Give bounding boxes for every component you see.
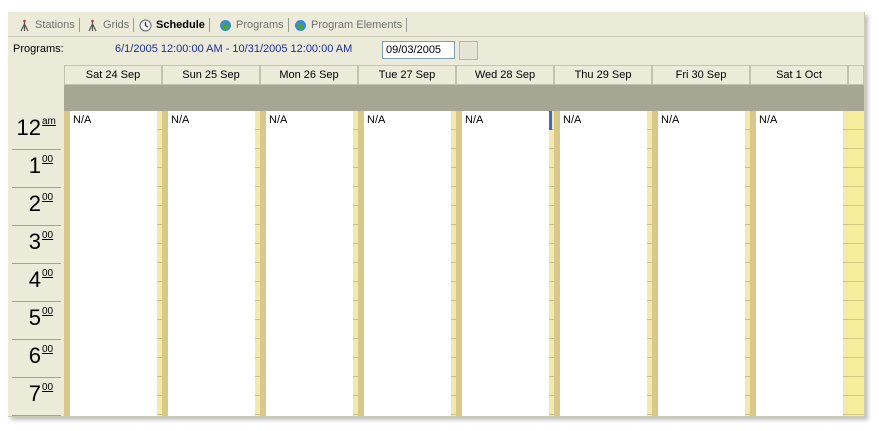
- appointment-text[interactable]: N/A: [465, 114, 483, 126]
- hour-suffix: 00: [42, 382, 54, 393]
- tab-programs[interactable]: Programs: [215, 14, 289, 36]
- hour-label: 3: [28, 229, 41, 254]
- appointment-text[interactable]: N/A: [759, 114, 777, 126]
- busy-bar: [358, 111, 364, 416]
- appointment-text[interactable]: N/A: [367, 114, 385, 126]
- tab-separator: [287, 18, 289, 32]
- hour-slot: 7 00: [12, 377, 61, 416]
- appointment-text[interactable]: N/A: [661, 114, 679, 126]
- appointment-text[interactable]: N/A: [171, 114, 189, 126]
- hour-suffix: am: [42, 116, 56, 127]
- day-column[interactable]: N/A: [260, 111, 358, 416]
- busy-bar: [554, 111, 560, 416]
- day-header[interactable]: Tue 27 Sep: [358, 65, 456, 85]
- time-column: 12 am 1 00 2 00 3 00 4 00 5 00 6 00 7 00: [12, 111, 64, 416]
- hour-suffix: 00: [42, 230, 54, 241]
- tab-label: Grids: [103, 19, 130, 31]
- day-header[interactable]: Sat 24 Sep: [64, 65, 162, 85]
- tab-separator: [208, 18, 210, 32]
- busy-bar: [456, 111, 462, 416]
- date-picker-button[interactable]: [459, 41, 478, 60]
- hour-label: 5: [28, 305, 41, 330]
- tab-label: Program Elements: [311, 19, 403, 31]
- hour-suffix: 00: [42, 192, 54, 203]
- day-header-overflow: [848, 65, 864, 85]
- hour-label: 1: [28, 153, 41, 178]
- busy-bar: [64, 111, 70, 416]
- schedule-calendar: 12 am 1 00 2 00 3 00 4 00 5 00 6 00 7 00…: [12, 65, 864, 416]
- busy-bar: [652, 111, 658, 416]
- hour-slot: 3 00: [12, 225, 61, 264]
- date-input[interactable]: [382, 41, 455, 59]
- day-column[interactable]: N/A: [652, 111, 750, 416]
- day-column[interactable]: N/A: [750, 111, 848, 416]
- hour-suffix: 00: [42, 344, 54, 355]
- hour-suffix: 00: [42, 306, 54, 317]
- globe-icon: [295, 19, 306, 31]
- tab-grids[interactable]: Grids: [82, 14, 135, 36]
- hour-slot: 4 00: [12, 263, 61, 302]
- day-column[interactable]: N/A: [162, 111, 260, 416]
- appointment-text[interactable]: N/A: [563, 114, 581, 126]
- appointment-text[interactable]: N/A: [269, 114, 287, 126]
- hour-slot: 12 am: [12, 111, 61, 150]
- hour-slot: 6 00: [12, 339, 61, 378]
- tab-strip: Stations Grids Schedule Programs Program…: [8, 14, 864, 36]
- tab-separator: [406, 18, 408, 32]
- tab-separator: [78, 18, 80, 32]
- hour-label: 12: [16, 115, 41, 140]
- day-header[interactable]: Fri 30 Sep: [652, 65, 750, 85]
- hour-label: 6: [28, 343, 41, 368]
- day-column[interactable]: N/A: [456, 111, 554, 416]
- selection-marker: [549, 111, 552, 130]
- day-header[interactable]: Sat 1 Oct: [750, 65, 848, 85]
- tab-label: Stations: [35, 19, 75, 31]
- day-column[interactable]: N/A: [64, 111, 162, 416]
- programs-label: Programs:: [13, 43, 64, 55]
- next-day-column-edge[interactable]: [848, 111, 864, 416]
- hour-label: 2: [28, 191, 41, 216]
- hour-slot: 2 00: [12, 187, 61, 226]
- busy-bar: [260, 111, 266, 416]
- busy-bar: [750, 111, 756, 416]
- clock-icon: [139, 19, 152, 31]
- tab-label: Schedule: [156, 19, 205, 31]
- tab-divider: [8, 36, 864, 37]
- antenna-icon: [88, 19, 97, 31]
- tab-schedule[interactable]: Schedule: [135, 14, 210, 36]
- day-header[interactable]: Mon 26 Sep: [260, 65, 358, 85]
- hour-label: 7: [28, 381, 41, 406]
- antenna-icon: [20, 19, 29, 31]
- day-header[interactable]: Thu 29 Sep: [554, 65, 652, 85]
- busy-bar: [162, 111, 168, 416]
- day-column[interactable]: N/A: [358, 111, 456, 416]
- schedule-window: Stations Grids Schedule Programs Program…: [8, 12, 865, 417]
- globe-icon: [220, 19, 231, 31]
- hour-label: 4: [28, 267, 41, 292]
- hour-slot: 1 00: [12, 149, 61, 188]
- hour-slot: 5 00: [12, 301, 61, 340]
- day-column[interactable]: N/A: [554, 111, 652, 416]
- all-day-band[interactable]: [64, 85, 864, 111]
- day-header[interactable]: Wed 28 Sep: [456, 65, 554, 85]
- hour-suffix: 00: [42, 154, 54, 165]
- tab-program-elements[interactable]: Program Elements: [290, 14, 408, 36]
- tab-label: Programs: [236, 19, 284, 31]
- hour-suffix: 00: [42, 268, 54, 279]
- appointment-text[interactable]: N/A: [73, 114, 91, 126]
- day-header[interactable]: Sun 25 Sep: [162, 65, 260, 85]
- programs-date-range: 6/1/2005 12:00:00 AM - 10/31/2005 12:00:…: [115, 43, 353, 55]
- tab-stations[interactable]: Stations: [14, 14, 80, 36]
